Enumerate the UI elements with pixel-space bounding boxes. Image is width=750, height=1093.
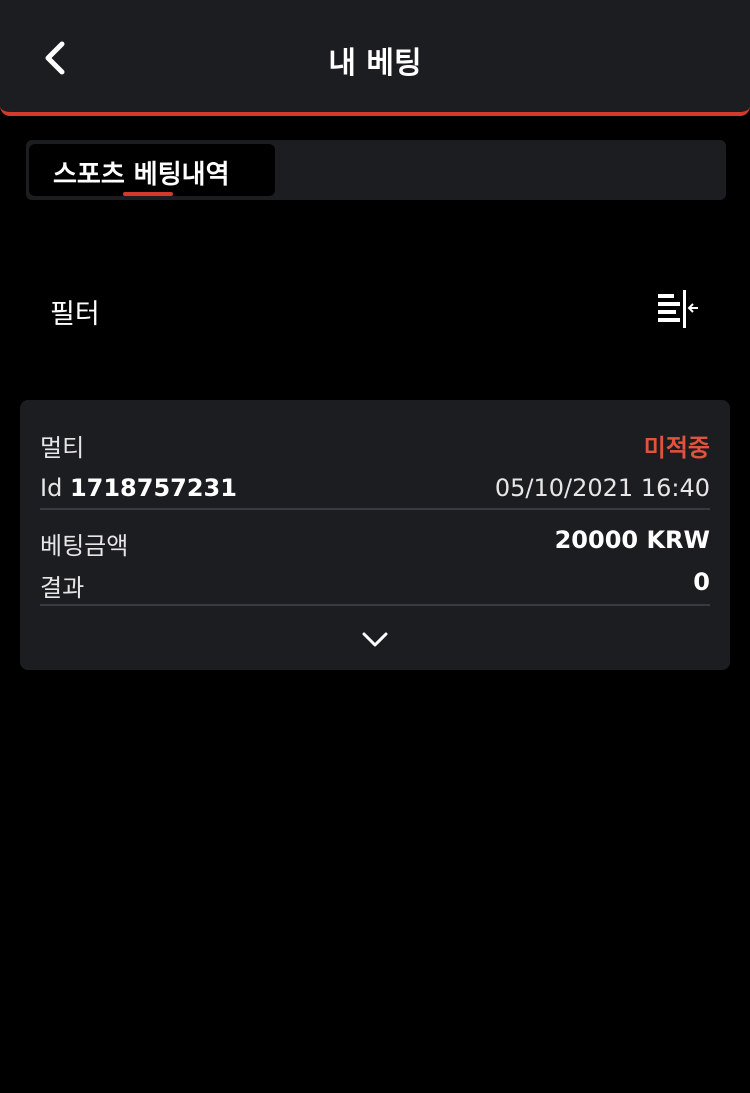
- chevron-down-icon: [362, 632, 388, 647]
- bet-datetime: 05/10/2021 16:40: [494, 474, 710, 502]
- tab-label: 스포츠 베팅내역: [53, 160, 230, 190]
- bet-result-value: 0: [693, 568, 710, 596]
- bet-amount-label: 베팅금액: [40, 532, 129, 560]
- bet-header-row: 멀티 미적중: [40, 428, 710, 463]
- divider: [40, 604, 710, 606]
- bet-id-row: Id 1718757231 05/10/2021 16:40: [40, 474, 710, 502]
- bet-type: 멀티: [40, 434, 85, 462]
- divider: [40, 508, 710, 510]
- bet-id-value: 1718757231: [69, 474, 237, 502]
- bet-amount-value: 20000 KRW: [554, 526, 710, 554]
- bet-id-label: Id: [40, 474, 70, 502]
- bet-amount-row: 베팅금액 20000 KRW: [40, 526, 710, 561]
- expand-button[interactable]: [360, 628, 390, 652]
- filter-toggle-button[interactable]: [652, 288, 702, 332]
- bet-card: 멀티 미적중 Id 1718757231 05/10/2021 16:40 베팅…: [20, 400, 730, 670]
- tab-active-indicator: [123, 192, 173, 196]
- status-badge: 미적중: [643, 434, 710, 462]
- app-header: 내 베팅: [0, 0, 750, 116]
- bet-result-label: 결과: [40, 574, 85, 602]
- tab-sports-bet-history[interactable]: 스포츠 베팅내역: [29, 144, 275, 196]
- tab-bar: 스포츠 베팅내역: [26, 140, 726, 200]
- filter-label: 필터: [50, 299, 100, 330]
- bet-result-row: 결과 0: [40, 568, 710, 603]
- page-title: 내 베팅: [328, 46, 422, 81]
- filter-collapse-icon: [658, 290, 698, 328]
